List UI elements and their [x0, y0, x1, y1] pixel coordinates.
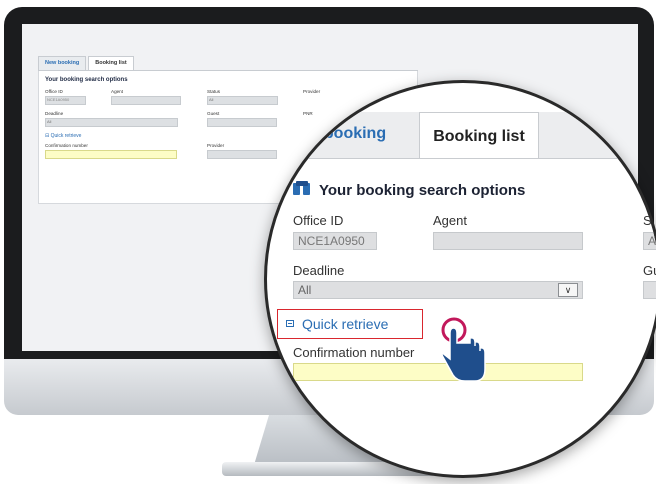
mini-agent-field[interactable]: [111, 96, 181, 105]
zoom-guest-label-partial: Gu: [643, 263, 656, 278]
zoom-deadline-select[interactable]: All ∨: [293, 281, 583, 299]
magnifier-lens: w booking Booking list Your booking sear…: [264, 80, 656, 478]
zoom-status-field-partial[interactable]: A: [643, 232, 656, 250]
zoom-tab-new-booking[interactable]: w booking: [289, 121, 419, 157]
zoom-tab-booking-list[interactable]: Booking list: [419, 112, 539, 159]
zoom-agent-label: Agent: [433, 213, 467, 228]
mini-guest-label: Guest: [207, 111, 220, 116]
mini-provider2-label: Provider: [207, 143, 225, 148]
mini-deadline-select[interactable]: All: [45, 118, 178, 127]
quick-retrieve-highlight[interactable]: Quick retrieve: [277, 309, 423, 339]
zoom-deadline-label: Deadline: [293, 263, 345, 278]
zoom-office-id-label: Office ID: [293, 213, 344, 228]
zoom-guest-field-partial[interactable]: [643, 281, 656, 299]
mini-deadline-label: Deadline: [45, 111, 64, 116]
mini-tab-bar: New booking Booking list: [38, 56, 418, 71]
zoom-divider: [267, 158, 656, 159]
mini-agent-label: Agent: [111, 89, 124, 94]
zoom-confirmation-label: Confirmation number: [293, 345, 415, 360]
zoom-confirmation-field[interactable]: [293, 363, 583, 381]
mini-tab-new-booking[interactable]: New booking: [38, 56, 87, 70]
mini-confirmation-field[interactable]: [45, 150, 177, 159]
mini-tab-booking-list[interactable]: Booking list: [88, 56, 134, 70]
zoom-office-id-field[interactable]: NCE1A0950: [293, 232, 377, 250]
mini-status-label: Status: [207, 89, 221, 94]
zoom-deadline-value: All: [298, 283, 312, 297]
chevron-down-icon[interactable]: ∨: [558, 283, 578, 297]
zoom-quick-retrieve-link[interactable]: Quick retrieve: [302, 316, 388, 332]
mini-confirmation-label: Confirmation number: [45, 143, 88, 148]
magnified-view: w booking Booking list Your booking sear…: [267, 83, 656, 475]
mini-office-id-field[interactable]: NCE1A0950: [45, 96, 86, 105]
collapse-icon: [286, 320, 294, 327]
mini-quick-retrieve-link[interactable]: ⊟ Quick retrieve: [45, 133, 81, 139]
pointer-hand-icon: [441, 317, 486, 382]
zoom-panel-title: Your booking search options: [319, 182, 526, 199]
zoom-status-label-partial: S: [643, 213, 652, 228]
bookings-icon: [293, 181, 310, 195]
mini-quick-retrieve-label: Quick retrieve: [50, 133, 82, 139]
zoom-agent-field[interactable]: [433, 232, 583, 250]
mini-office-id-label: Office ID: [45, 89, 63, 94]
